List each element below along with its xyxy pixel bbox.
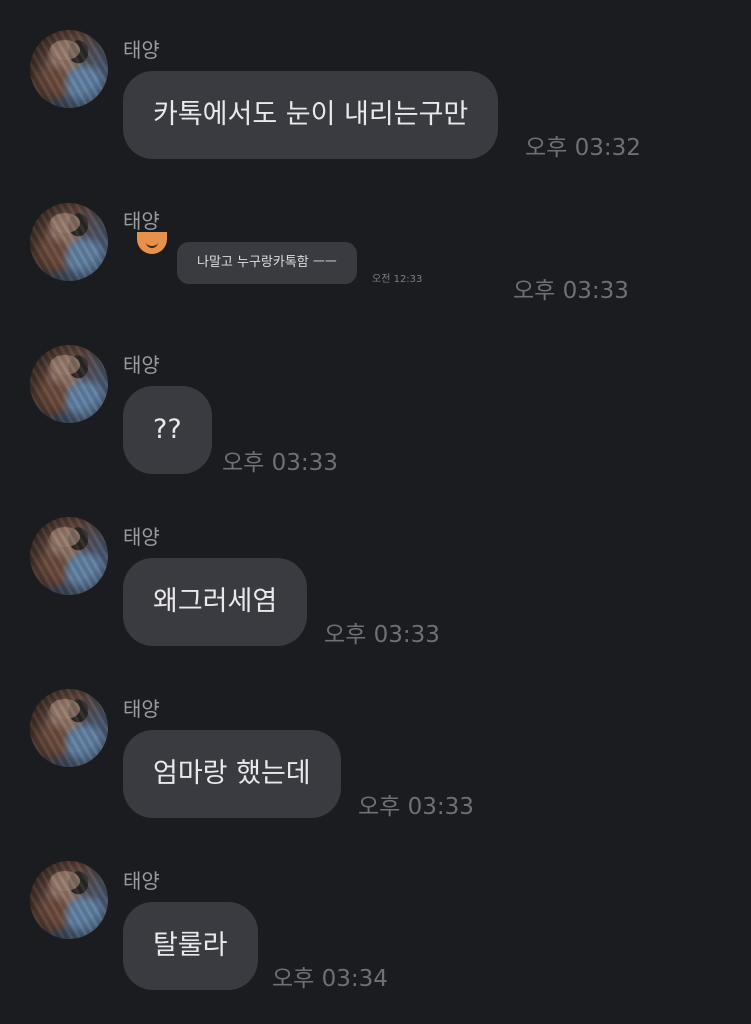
message-bubble[interactable]: 탈룰라 — [123, 902, 258, 990]
message-bubble[interactable]: 엄마랑 했는데 — [123, 730, 341, 818]
chat-message: 태양 ?? 오후 03:33 — [0, 315, 751, 485]
sender-name: 태양 — [123, 353, 160, 377]
sender-name: 태양 — [123, 697, 160, 721]
chat-message: 태양 왜그러세염 오후 03:33 — [0, 487, 751, 657]
message-timestamp: 오후 03:32 — [525, 135, 641, 161]
message-timestamp: 오후 03:33 — [513, 278, 629, 304]
embedded-message-bubble: 나말고 누구랑카톡함 ㅡㅡ — [177, 242, 357, 284]
chat-message: 태양 탈룰라 오후 03:34 — [0, 831, 751, 1001]
sender-name: 태양 — [123, 209, 160, 233]
chat-message: 태양 엄마랑 했는데 오후 03:33 — [0, 659, 751, 829]
profile-avatar[interactable] — [30, 203, 108, 281]
profile-avatar[interactable] — [30, 345, 108, 423]
message-timestamp: 오후 03:33 — [324, 622, 440, 648]
profile-avatar[interactable] — [30, 689, 108, 767]
message-timestamp: 오후 03:33 — [222, 450, 338, 476]
message-bubble[interactable]: ?? — [123, 386, 212, 474]
profile-avatar[interactable] — [30, 517, 108, 595]
chat-message: 태양 카톡에서도 눈이 내리는구만 오후 03:32 — [0, 0, 751, 170]
sender-name: 태양 — [123, 38, 160, 62]
message-bubble[interactable]: 카톡에서도 눈이 내리는구만 — [123, 71, 499, 159]
sender-name: 태양 — [123, 525, 160, 549]
message-timestamp: 오후 03:33 — [358, 794, 474, 820]
profile-avatar[interactable] — [30, 861, 108, 939]
profile-avatar[interactable] — [30, 30, 108, 108]
embedded-timestamp: 오전 12:33 — [372, 274, 423, 285]
embedded-image-message[interactable]: 나말고 누구랑카톡함 ㅡㅡ 오전 12:33 — [135, 232, 505, 292]
message-bubble[interactable]: 왜그러세염 — [123, 558, 308, 646]
embedded-profile-icon — [137, 232, 167, 254]
sender-name: 태양 — [123, 869, 160, 893]
message-timestamp: 오후 03:34 — [272, 966, 388, 992]
